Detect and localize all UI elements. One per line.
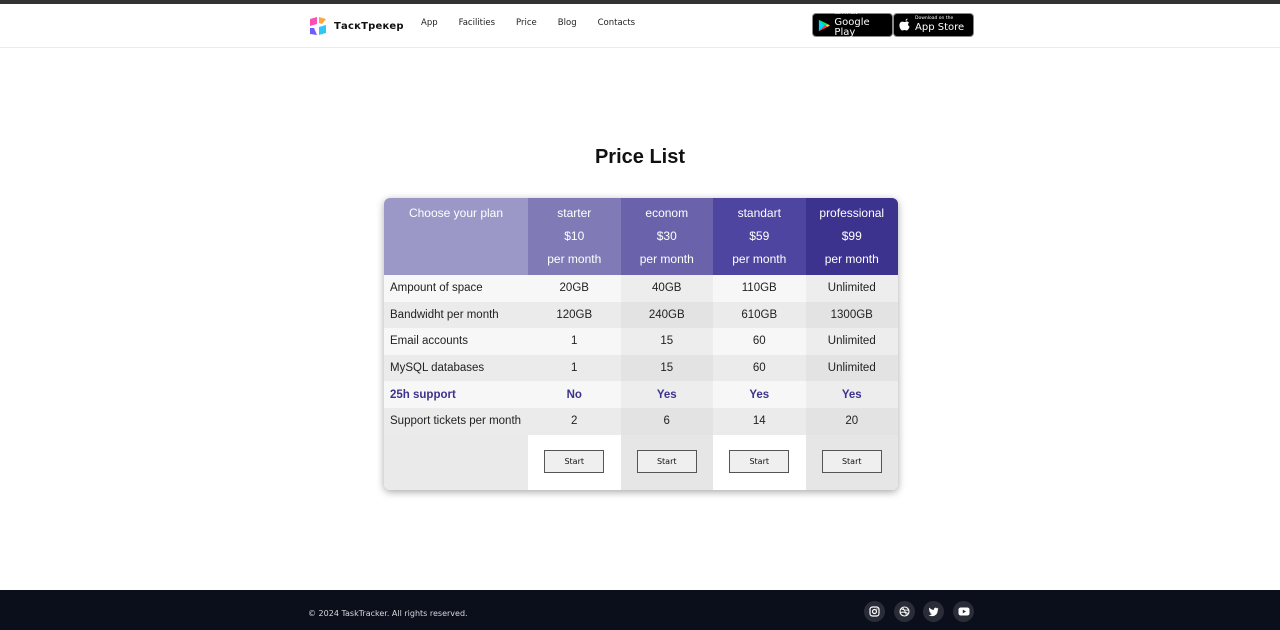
feature-value: Unlimited bbox=[805, 275, 898, 302]
table-row: MySQL databases 1 15 60 Unlimited bbox=[384, 354, 898, 382]
feature-value: 1 bbox=[528, 354, 621, 382]
plan-header-standart: standart $59 per month bbox=[713, 198, 806, 275]
site-footer: © 2024 TaskTracker. All rights reserved. bbox=[0, 590, 1280, 630]
feature-value: 60 bbox=[713, 354, 806, 382]
feature-value: Yes bbox=[805, 381, 898, 408]
youtube-icon bbox=[958, 607, 969, 616]
nav-item-price[interactable]: Price bbox=[516, 18, 537, 28]
feature-label: Support tickets per month bbox=[384, 407, 528, 435]
instagram-link[interactable] bbox=[864, 601, 885, 622]
plan-price: $10 bbox=[564, 229, 585, 243]
feature-value: No bbox=[528, 381, 621, 408]
plan-name: professional bbox=[819, 206, 885, 220]
feature-value: 15 bbox=[620, 354, 713, 382]
nav-item-facilities[interactable]: Facilities bbox=[459, 18, 495, 28]
table-row: Bandwidht per month 120GB 240GB 610GB 13… bbox=[384, 301, 898, 329]
plan-period: per month bbox=[639, 252, 694, 266]
plan-price: $30 bbox=[656, 229, 677, 243]
nav-item-contacts[interactable]: Contacts bbox=[598, 18, 636, 28]
feature-value: 15 bbox=[620, 328, 713, 355]
feature-value: 60 bbox=[713, 328, 806, 355]
start-button-starter[interactable]: Start bbox=[544, 449, 605, 473]
button-row: Start Start Start Start bbox=[384, 434, 898, 490]
site-header: ТаскТрекер App Facilities Price Blog Con… bbox=[0, 4, 1280, 48]
dribbble-icon bbox=[899, 606, 910, 617]
plan-header-professional: professional $99 per month bbox=[805, 198, 898, 275]
twitter-icon bbox=[928, 607, 939, 616]
pricing-table: Choose your plan starter $10 per month e… bbox=[384, 198, 898, 490]
plan-period: per month bbox=[824, 252, 879, 266]
table-row: Email accounts 1 15 60 Unlimited bbox=[384, 328, 898, 355]
app-store-button[interactable]: Download on the App Store bbox=[893, 13, 974, 37]
feature-value: 20 bbox=[805, 407, 898, 435]
feature-label: Ampount of space bbox=[384, 275, 528, 302]
plan-name: econom bbox=[645, 206, 689, 220]
plan-name: standart bbox=[737, 206, 781, 220]
page-title: Price List bbox=[594, 146, 686, 168]
feature-value: 1300GB bbox=[805, 301, 898, 329]
brand-logo[interactable]: ТаскТрекер bbox=[308, 16, 404, 36]
plan-period: per month bbox=[732, 252, 787, 266]
table-row: Support tickets per month 2 6 14 20 bbox=[384, 407, 898, 435]
main-nav: App Facilities Price Blog Contacts bbox=[421, 18, 656, 28]
plan-period: per month bbox=[547, 252, 602, 266]
plan-name: starter bbox=[557, 206, 592, 220]
feature-value: Unlimited bbox=[805, 328, 898, 355]
feature-value: 6 bbox=[620, 407, 713, 435]
plan-price: $59 bbox=[749, 229, 770, 243]
feature-value: 2 bbox=[528, 407, 621, 435]
google-play-label: Google Play bbox=[834, 16, 870, 38]
copyright-text: © 2024 TaskTracker. All rights reserved. bbox=[308, 609, 468, 618]
feature-value: 240GB bbox=[620, 301, 713, 329]
plan-price: $99 bbox=[841, 229, 862, 243]
feature-value: Yes bbox=[620, 381, 713, 408]
start-button-professional[interactable]: Start bbox=[821, 449, 882, 473]
feature-value: 120GB bbox=[528, 301, 621, 329]
nav-item-blog[interactable]: Blog bbox=[558, 18, 577, 28]
feature-value: 40GB bbox=[620, 275, 713, 302]
pricing-header-row: Choose your plan starter $10 per month e… bbox=[384, 198, 898, 275]
feature-label: MySQL databases bbox=[384, 354, 528, 382]
feature-value: Unlimited bbox=[805, 354, 898, 382]
google-play-button[interactable]: GET IT ON Google Play bbox=[812, 12, 893, 38]
apple-icon bbox=[899, 18, 910, 31]
nav-item-app[interactable]: App bbox=[421, 18, 438, 28]
feature-value: 610GB bbox=[713, 301, 806, 329]
instagram-icon bbox=[869, 606, 880, 617]
start-button-econom[interactable]: Start bbox=[636, 449, 697, 473]
feature-label: 25h support bbox=[384, 381, 528, 408]
google-play-icon bbox=[818, 19, 830, 31]
plan-choose-label: Choose your plan bbox=[384, 198, 528, 275]
plan-header-econom: econom $30 per month bbox=[620, 198, 713, 275]
brand-name: ТаскТрекер bbox=[334, 20, 404, 32]
feature-value: 20GB bbox=[528, 275, 621, 302]
brand-logo-icon bbox=[310, 17, 326, 35]
empty-cell bbox=[384, 434, 528, 490]
feature-value: 110GB bbox=[713, 275, 806, 302]
table-row-support: 25h support No Yes Yes Yes bbox=[384, 381, 898, 408]
dribbble-link[interactable] bbox=[894, 601, 915, 622]
app-store-label: App Store bbox=[915, 21, 965, 33]
feature-value: Yes bbox=[713, 381, 806, 408]
feature-value: 14 bbox=[713, 407, 806, 435]
plan-header-starter: starter $10 per month bbox=[528, 198, 621, 275]
start-button-standart[interactable]: Start bbox=[729, 449, 790, 473]
twitter-link[interactable] bbox=[923, 601, 944, 622]
table-row: Ampount of space 20GB 40GB 110GB Unlimit… bbox=[384, 275, 898, 302]
feature-label: Email accounts bbox=[384, 328, 528, 355]
feature-value: 1 bbox=[528, 328, 621, 355]
youtube-link[interactable] bbox=[953, 601, 974, 622]
feature-label: Bandwidht per month bbox=[384, 301, 528, 329]
